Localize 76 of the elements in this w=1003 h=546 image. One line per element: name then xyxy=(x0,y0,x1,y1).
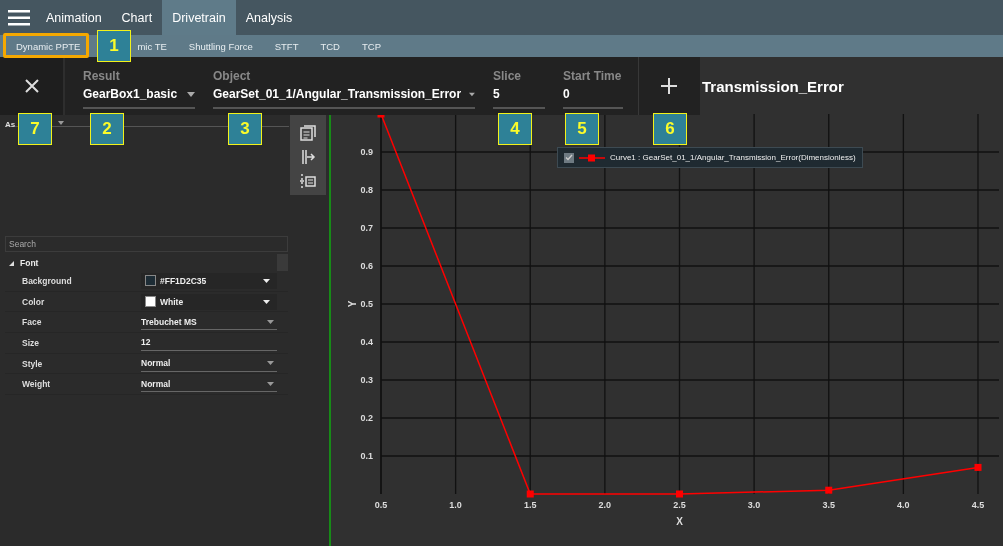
property-dropdown[interactable]: Normal xyxy=(141,355,277,372)
property-name: Color xyxy=(21,296,46,307)
caret-icon xyxy=(469,91,475,97)
callout-number: 1 xyxy=(97,30,131,62)
menu-tab[interactable]: Analysis xyxy=(235,0,303,35)
y-tick-label: 0.8 xyxy=(360,185,373,195)
search-field[interactable]: Search xyxy=(5,236,288,252)
sub-tab[interactable]: Dynamic PPTE xyxy=(5,40,92,52)
callout-number: 7 xyxy=(18,113,52,145)
property-dropdown[interactable]: Trebuchet MS xyxy=(141,314,277,331)
menu-tab[interactable]: Drivetrain xyxy=(162,0,236,35)
menu-icon[interactable] xyxy=(8,9,30,26)
legend-line-icon xyxy=(579,153,605,162)
y-tick-label: 0.3 xyxy=(360,375,373,385)
list-icon[interactable] xyxy=(300,125,316,141)
input-field[interactable]: Slice 5 xyxy=(493,63,545,109)
caret-icon xyxy=(267,319,274,324)
x-tick-label: 4.0 xyxy=(897,500,910,510)
x-tick-label: 3.5 xyxy=(822,500,835,510)
y-tick-label: 0.4 xyxy=(360,337,373,347)
sub-tab[interactable]: TCD xyxy=(309,40,351,52)
x-tick-label: 1.0 xyxy=(449,500,462,510)
callout-number: 4 xyxy=(498,113,532,145)
data-point xyxy=(676,490,683,498)
caret-icon[interactable] xyxy=(57,120,64,125)
x-tick-label: 0.5 xyxy=(374,500,388,510)
data-point xyxy=(825,486,833,494)
legend-label: Curve1 : GearSet_01_1/Angular_Transmission_Error(Dimensionless) xyxy=(610,153,856,162)
y-tick-label: 0.6 xyxy=(360,261,373,271)
chart-title: Transmission_Error xyxy=(702,77,844,95)
caret-icon xyxy=(267,381,274,386)
property-name: Size xyxy=(21,337,40,348)
property-field[interactable]: 12 xyxy=(141,334,277,351)
data-point xyxy=(526,490,534,498)
callout-number: 2 xyxy=(90,113,124,145)
x-tick-label: 3.0 xyxy=(747,500,761,510)
caret-icon xyxy=(263,278,270,283)
y-tick-label: 0.7 xyxy=(360,223,373,233)
property-name: Background xyxy=(21,275,73,286)
callout-number: 6 xyxy=(653,113,687,145)
x-tick-label: 4.5 xyxy=(971,500,985,510)
plus-icon xyxy=(661,78,677,94)
input-field[interactable]: Start Time 0 xyxy=(563,63,623,109)
y-tick-label: 0.2 xyxy=(360,413,373,423)
x-tick-label: 2.5 xyxy=(673,500,686,510)
caret-icon xyxy=(263,299,270,304)
column-insert-icon[interactable] xyxy=(300,149,316,165)
category-header[interactable]: Font xyxy=(5,257,277,268)
close-icon xyxy=(24,79,39,93)
x-axis-label: X xyxy=(676,516,683,527)
sub-tab[interactable]: TCP xyxy=(351,40,392,52)
sub-tab[interactable]: STFT xyxy=(263,40,310,52)
dropdown-field[interactable]: Object GearSet_01_1/Angular_Transmission_Error xyxy=(213,63,475,109)
sub-tab[interactable]: Shuttling Force xyxy=(177,40,264,52)
sub-tab[interactable]: mic TE xyxy=(137,40,178,52)
data-point xyxy=(974,463,982,471)
sort-dropdown[interactable]: As xyxy=(5,120,16,129)
property-name: Weight xyxy=(21,379,52,390)
callout-number: 3 xyxy=(228,113,262,145)
checkbox[interactable] xyxy=(564,152,574,163)
x-tick-label: 2.0 xyxy=(598,500,612,510)
property-dropdown[interactable]: Normal xyxy=(141,376,277,393)
x-tick-label: 1.5 xyxy=(524,500,537,510)
row-insert-icon[interactable] xyxy=(300,173,316,189)
y-tick-label: 0.9 xyxy=(360,147,373,157)
property-name: Face xyxy=(21,317,43,328)
y-tick-label: 0.5 xyxy=(360,299,373,309)
callout-number: 5 xyxy=(565,113,599,145)
caret-icon xyxy=(267,361,274,366)
close-button[interactable] xyxy=(0,57,65,115)
y-axis-label: Y xyxy=(347,300,358,308)
property-name: Style xyxy=(21,358,44,369)
color-dropdown[interactable]: #FF1D2C35 xyxy=(141,272,277,289)
y-tick-label: 0.1 xyxy=(360,451,373,461)
color-dropdown[interactable]: White xyxy=(141,293,277,310)
caret-icon xyxy=(187,91,195,97)
